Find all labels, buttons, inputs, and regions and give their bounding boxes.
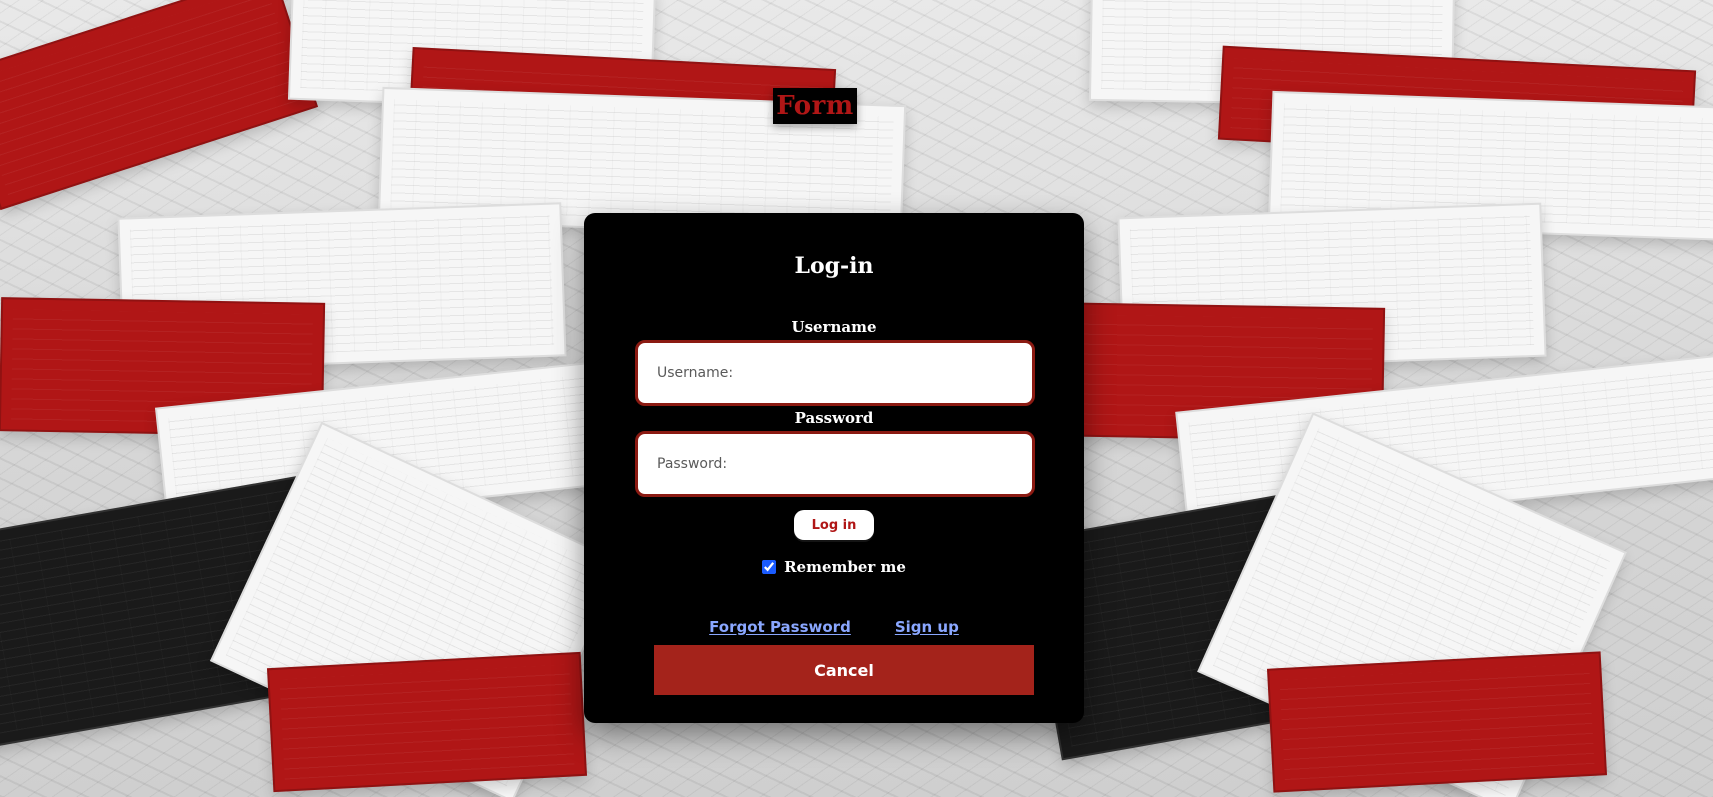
sign-up-link[interactable]: Sign up — [895, 618, 959, 636]
password-field-container — [635, 431, 1035, 497]
username-field-container — [635, 340, 1035, 406]
password-label: Password — [794, 409, 874, 427]
cancel-button[interactable]: Cancel — [654, 645, 1034, 695]
remember-me-checkbox[interactable] — [762, 560, 777, 574]
login-card: Log-in Username Password Log in Remember… — [584, 213, 1084, 723]
collage-paper — [0, 0, 319, 211]
username-input[interactable] — [638, 343, 1032, 403]
login-button[interactable]: Log in — [794, 510, 874, 540]
collage-paper — [266, 651, 588, 793]
password-input[interactable] — [638, 434, 1032, 494]
form-tag: Form — [773, 88, 857, 124]
collage-paper — [1266, 651, 1608, 793]
login-title: Log-in — [794, 253, 874, 279]
forgot-password-link[interactable]: Forgot Password — [709, 618, 851, 636]
remember-me[interactable]: Remember me — [584, 558, 1084, 576]
username-label: Username — [791, 318, 877, 336]
remember-me-label: Remember me — [784, 558, 906, 576]
login-links: Forgot Password Sign up — [584, 618, 1084, 636]
login-card-inner: Log-in Username Password Log in Remember… — [584, 213, 1084, 723]
